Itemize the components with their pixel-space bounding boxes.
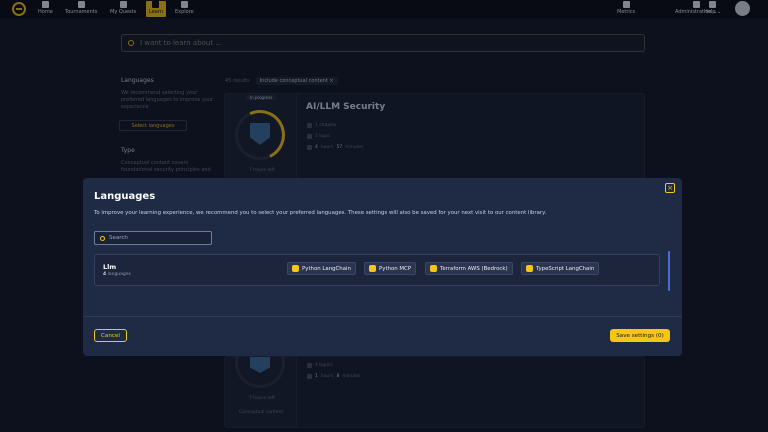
language-tag-python-mcp[interactable]: Python MCP bbox=[364, 262, 417, 275]
cancel-button[interactable]: Cancel bbox=[94, 329, 127, 342]
language-group-count: 4 languages bbox=[103, 272, 131, 277]
modal-divider bbox=[83, 316, 682, 317]
language-search-input[interactable]: Search bbox=[94, 231, 212, 245]
modal-title: Languages bbox=[94, 191, 156, 202]
save-settings-button[interactable]: Save settings (0) bbox=[610, 329, 670, 342]
python-icon bbox=[369, 265, 376, 272]
typescript-icon bbox=[526, 265, 533, 272]
language-tag-python-langchain[interactable]: Python LangChain bbox=[287, 262, 356, 275]
close-icon[interactable]: × bbox=[665, 183, 675, 193]
language-tag-typescript-langchain[interactable]: TypeScript LangChain bbox=[521, 262, 600, 275]
search-icon bbox=[100, 235, 105, 241]
modal-description: To improve your learning experience, we … bbox=[94, 210, 547, 216]
language-group-name: Llm bbox=[103, 263, 117, 271]
language-tag-terraform-aws[interactable]: Terraform AWS (Bedrock) bbox=[425, 262, 513, 275]
terraform-icon bbox=[430, 265, 437, 272]
python-icon bbox=[292, 265, 299, 272]
scrollbar-thumb[interactable] bbox=[668, 251, 670, 291]
